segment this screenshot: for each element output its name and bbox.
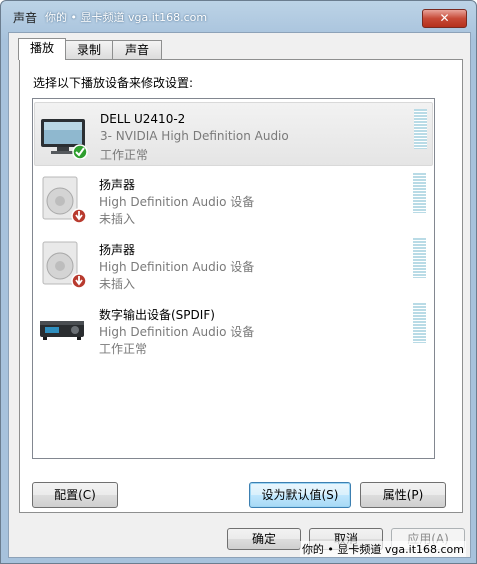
level-meter	[413, 303, 426, 343]
device-description: High Definition Audio 设备	[99, 325, 255, 339]
device-status: 工作正常	[100, 148, 149, 162]
speaker-icon	[42, 241, 87, 288]
device-name: 扬声器	[99, 243, 136, 257]
title-watermark: 你的 • 显卡频道 vga.it168.com	[45, 11, 208, 24]
instruction-text: 选择以下播放设备来修改设置:	[33, 76, 194, 90]
device-status: 未插入	[99, 212, 136, 226]
device-status: 工作正常	[99, 342, 148, 356]
device-description: High Definition Audio 设备	[99, 195, 255, 209]
device-list[interactable]: DELL U2410-2 3- NVIDIA High Definition A…	[32, 98, 435, 459]
set-default-button[interactable]: 设为默认值(S)	[249, 482, 351, 508]
device-item[interactable]: 扬声器 High Definition Audio 设备 未插入	[34, 232, 431, 294]
level-meter	[413, 238, 426, 278]
monitor-icon	[41, 119, 88, 159]
tab-recording[interactable]: 录制	[65, 40, 113, 59]
device-item[interactable]: 扬声器 High Definition Audio 设备 未插入	[34, 167, 431, 229]
playback-tab-page: 选择以下播放设备来修改设置: DELL U2410-2 3- NVIDIA Hi…	[19, 59, 463, 513]
device-description: 3- NVIDIA High Definition Audio	[100, 129, 289, 143]
speaker-icon	[42, 176, 87, 223]
check-badge	[72, 144, 88, 159]
close-button[interactable]: ✕	[422, 9, 467, 28]
receiver-icon	[40, 321, 84, 340]
ok-button[interactable]: 确定	[227, 528, 301, 550]
device-name: DELL U2410-2	[100, 112, 186, 126]
tab-playback[interactable]: 播放	[18, 38, 66, 60]
title-bar[interactable]: 声音 你的 • 显卡频道 vga.it168.com ✕	[1, 1, 476, 33]
device-item[interactable]: DELL U2410-2 3- NVIDIA High Definition A…	[34, 102, 433, 166]
dialog-body: 播放 录制 声音 选择以下播放设备来修改设置: DELL U2410-2 3- …	[8, 32, 471, 558]
properties-button[interactable]: 属性(P)	[360, 482, 446, 508]
watermark: 你的 • 显卡频道 vga.it168.com	[299, 541, 466, 557]
device-name: 数字输出设备(SPDIF)	[99, 308, 215, 322]
window-title: 声音	[13, 11, 38, 25]
device-description: High Definition Audio 设备	[99, 260, 255, 274]
unplugged-badge	[71, 208, 87, 223]
sound-dialog: 声音 你的 • 显卡频道 vga.it168.com ✕ 播放 录制 声音 选择…	[0, 0, 477, 564]
device-name: 扬声器	[99, 178, 136, 192]
unplugged-badge	[71, 273, 87, 288]
device-item[interactable]: 数字输出设备(SPDIF) High Definition Audio 设备 工…	[34, 297, 431, 359]
tab-sounds[interactable]: 声音	[112, 40, 162, 59]
level-meter	[413, 173, 426, 213]
level-meter	[414, 109, 427, 149]
device-status: 未插入	[99, 277, 136, 291]
configure-button[interactable]: 配置(C)	[32, 482, 118, 508]
